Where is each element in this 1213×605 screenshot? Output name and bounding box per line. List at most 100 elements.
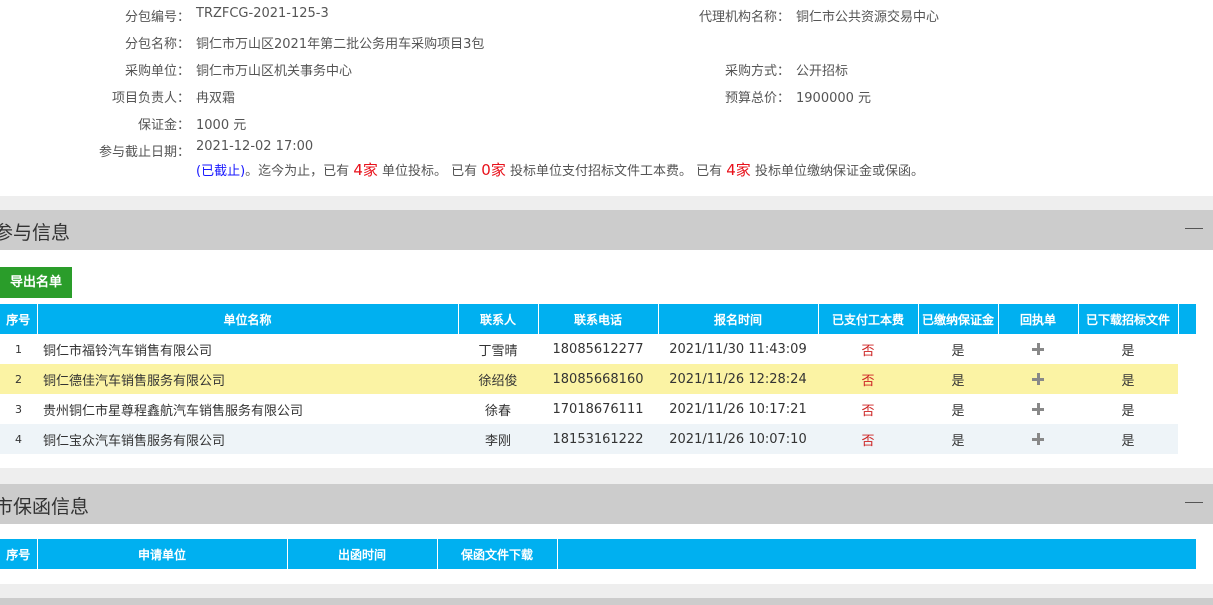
phone: 18085612277 [538, 334, 658, 364]
receipt-cell [998, 334, 1078, 364]
participants-table: 序号 单位名称 联系人 联系电话 报名时间 已支付工本费 已缴纳保证金 回执单 … [0, 304, 1197, 454]
deposit-paid: 是 [918, 424, 998, 454]
downloaded: 是 [1078, 364, 1178, 394]
phone: 18153161222 [538, 424, 658, 454]
register-time: 2021/11/30 11:43:09 [658, 334, 818, 364]
package-no: TRZFCG-2021-125-3 [196, 6, 329, 21]
downloaded: 是 [1078, 394, 1178, 424]
guarantees-header-row: 序号 申请单位 出函时间 保函文件下载 [0, 539, 1196, 569]
deposit-paid: 是 [918, 334, 998, 364]
row-spacer [1178, 424, 1196, 454]
package-no-label: 分包编号： [124, 10, 190, 25]
deposit-paid-count: 4家 [726, 161, 751, 179]
deposit: 1000 元 [196, 118, 247, 133]
minus-icon[interactable] [1185, 228, 1203, 229]
table-row[interactable]: 2 铜仁德佳汽车销售服务有限公司 徐绍俊 18085668160 2021/11… [0, 364, 1196, 394]
unit-name: 贵州铜仁市星尊程鑫航汽车销售服务有限公司 [37, 394, 458, 424]
section-gap [0, 468, 1213, 484]
row-spacer [1178, 364, 1196, 394]
col-issue-time: 出函时间 [287, 539, 438, 569]
row-spacer [1178, 334, 1196, 364]
participants-header-row: 序号 单位名称 联系人 联系电话 报名时间 已支付工本费 已缴纳保证金 回执单 … [0, 304, 1197, 334]
fee-paid: 否 [818, 334, 918, 364]
downloaded: 是 [1078, 334, 1178, 364]
purchaser: 铜仁市万山区机关事务中心 [196, 64, 353, 79]
phone: 18085668160 [538, 364, 658, 394]
fee-paid-count: 0家 [481, 161, 506, 179]
purchaser-label: 采购单位： [124, 64, 190, 79]
deposit-paid: 是 [918, 394, 998, 424]
col-index: 序号 [0, 539, 38, 569]
deadline-label: 参与截止日期： [98, 145, 190, 160]
contact: 丁雪晴 [458, 334, 538, 364]
agency-label: 代理机构名称： [698, 10, 790, 25]
guarantees-table: 序号 申请单位 出函时间 保函文件下载 [0, 539, 1196, 569]
export-list-button[interactable]: 导出名单 [0, 267, 72, 298]
budget-label: 预算总价： [724, 91, 790, 106]
plus-icon[interactable] [1032, 403, 1044, 415]
contact: 徐绍俊 [458, 364, 538, 394]
participants-title: 参与信息 [0, 222, 71, 244]
register-time: 2021/11/26 10:07:10 [658, 424, 818, 454]
receipt-cell [998, 394, 1078, 424]
register-time: 2021/11/26 10:17:21 [658, 394, 818, 424]
table-row[interactable]: 3 贵州铜仁市星尊程鑫航汽车销售服务有限公司 徐春 17018676111 20… [0, 394, 1196, 424]
deadline: 2021-12-02 17:00 [196, 139, 314, 154]
receipt-cell [998, 424, 1078, 454]
col-index: 序号 [0, 304, 38, 334]
col-contact: 联系人 [458, 304, 539, 334]
col-receipt: 回执单 [998, 304, 1079, 334]
col-deposit-paid: 已缴纳保证金 [918, 304, 999, 334]
col-phone: 联系电话 [538, 304, 659, 334]
fee-paid: 否 [818, 424, 918, 454]
package-name: 铜仁市万山区2021年第二批公务用车采购项目3包 [196, 37, 485, 52]
row-index: 4 [0, 424, 37, 454]
manager: 冉双霜 [196, 91, 236, 106]
receipt-cell [998, 364, 1078, 394]
col-guarantee-download: 保函文件下载 [437, 539, 558, 569]
package-name-label: 分包名称： [124, 37, 190, 52]
table-row[interactable]: 4 铜仁宝众汽车销售服务有限公司 李刚 18153161222 2021/11/… [0, 424, 1196, 454]
table-row[interactable]: 1 铜仁市福铃汽车销售有限公司 丁雪晴 18085612277 2021/11/… [0, 334, 1196, 364]
plus-icon[interactable] [1032, 373, 1044, 385]
method-label: 采购方式： [724, 64, 790, 79]
agency: 铜仁市公共资源交易中心 [796, 10, 940, 25]
next-section-header [0, 598, 1213, 605]
plus-icon[interactable] [1032, 343, 1044, 355]
section-gap [0, 196, 1213, 210]
fee-paid: 否 [818, 394, 918, 424]
participation-stats: (已截止)。迄今为止，已有 4家 单位投标。 已有 0家 投标单位支付招标文件工… [196, 159, 924, 180]
deadline-status: (已截止) [196, 164, 246, 179]
stats-text-2: 单位投标。 已有 [382, 164, 478, 179]
col-register-time: 报名时间 [658, 304, 819, 334]
stats-text-3: 投标单位支付招标文件工本费。 已有 [509, 164, 723, 179]
stats-text-4: 投标单位缴纳保证金或保函。 [754, 164, 924, 179]
unit-name: 铜仁市福铃汽车销售有限公司 [37, 334, 458, 364]
row-index: 2 [0, 364, 37, 394]
col-spacer [1178, 304, 1197, 334]
col-unit-name: 单位名称 [37, 304, 459, 334]
row-index: 3 [0, 394, 37, 424]
guarantees-title: 市保函信息 [0, 496, 90, 518]
minus-icon[interactable] [1185, 502, 1203, 503]
phone: 17018676111 [538, 394, 658, 424]
budget: 1900000 元 [796, 91, 872, 106]
contact: 徐春 [458, 394, 538, 424]
bid-count: 4家 [353, 161, 378, 179]
unit-name: 铜仁德佳汽车销售服务有限公司 [37, 364, 458, 394]
row-spacer [1178, 394, 1196, 424]
manager-label: 项目负责人： [111, 91, 190, 106]
stats-text-1: 。迄今为止，已有 [245, 164, 350, 179]
method: 公开招标 [796, 64, 849, 79]
guarantees-header: 市保函信息 [0, 484, 1213, 524]
downloaded: 是 [1078, 424, 1178, 454]
col-downloaded: 已下载招标文件 [1078, 304, 1179, 334]
contact: 李刚 [458, 424, 538, 454]
col-fee-paid: 已支付工本费 [818, 304, 919, 334]
fee-paid: 否 [818, 364, 918, 394]
participants-header: 参与信息 [0, 210, 1213, 250]
col-applicant: 申请单位 [37, 539, 288, 569]
deposit-paid: 是 [918, 364, 998, 394]
col-spacer [557, 539, 1196, 569]
plus-icon[interactable] [1032, 433, 1044, 445]
